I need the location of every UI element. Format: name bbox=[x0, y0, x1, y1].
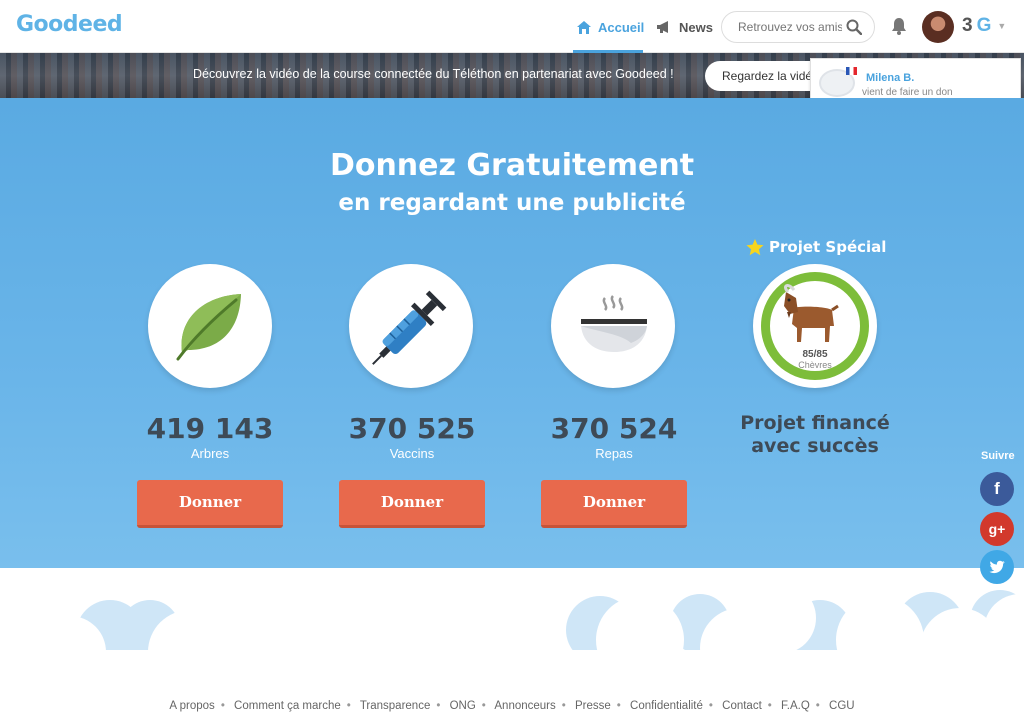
footer-link-comment[interactable]: Comment ça marche bbox=[234, 700, 341, 712]
france-flag-icon bbox=[846, 67, 857, 75]
meals-count: 370 524 bbox=[550, 412, 678, 445]
footer-link-transparence[interactable]: Transparence bbox=[360, 700, 431, 712]
nav-accueil-label: Accueil bbox=[598, 19, 645, 35]
footer-link-apropos[interactable]: A propos bbox=[169, 700, 214, 712]
footer-separator: • bbox=[616, 700, 621, 712]
donate-trees-button[interactable]: Donner bbox=[137, 480, 283, 528]
footer-link-confidentialite[interactable]: Confidentialité bbox=[630, 700, 703, 712]
top-header: Goodeed Accueil News 3 G ▼ bbox=[0, 0, 1024, 53]
footer-separator: • bbox=[561, 700, 566, 712]
footer-link-annonceurs[interactable]: Annonceurs bbox=[494, 700, 555, 712]
nav-accueil[interactable]: Accueil bbox=[576, 17, 644, 37]
leaf-icon bbox=[176, 294, 241, 361]
credits-menu[interactable]: 3 G ▼ bbox=[962, 15, 1006, 37]
footer-link-ong[interactable]: ONG bbox=[450, 700, 476, 712]
special-project-circle[interactable]: 85/85 Chèvres bbox=[753, 264, 877, 388]
meals-label: Repas bbox=[595, 446, 633, 461]
special-project-heading: Projet Spécial bbox=[746, 238, 886, 256]
footer-link-contact[interactable]: Contact bbox=[722, 700, 762, 712]
syringe-icon bbox=[372, 290, 447, 365]
chevron-down-icon: ▼ bbox=[997, 21, 1007, 31]
trees-circle[interactable] bbox=[148, 264, 272, 388]
hero-title: Donnez Gratuitement bbox=[329, 148, 695, 183]
search-input[interactable] bbox=[738, 20, 842, 34]
facebook-button[interactable]: f bbox=[980, 472, 1014, 506]
goodeed-logo[interactable]: Goodeed bbox=[16, 12, 123, 37]
donate-vaccines-button[interactable]: Donner bbox=[339, 480, 485, 528]
footer-separator: • bbox=[815, 700, 820, 712]
footer-separator: • bbox=[708, 700, 713, 712]
credits-value: 3 bbox=[962, 15, 973, 36]
notification-message: vient de faire un don bbox=[862, 87, 953, 98]
googleplus-button[interactable]: g+ bbox=[980, 512, 1014, 546]
footer-separator: • bbox=[220, 700, 225, 712]
footer-separator: • bbox=[767, 700, 772, 712]
home-icon bbox=[577, 20, 591, 34]
footer-links: A propos • Comment ça marche • Transparenc… bbox=[0, 700, 1024, 712]
special-project-unit: Chèvres bbox=[798, 360, 832, 370]
banner-text: Découvrez la vidéo de la course connecté… bbox=[193, 67, 674, 81]
status-line-2: avec succès bbox=[751, 435, 879, 457]
meals-circle[interactable] bbox=[551, 264, 675, 388]
vaccines-circle[interactable] bbox=[349, 264, 473, 388]
footer-separator: • bbox=[346, 700, 351, 712]
footer-link-cgu[interactable]: CGU bbox=[829, 700, 855, 712]
donate-meals-button[interactable]: Donner bbox=[541, 480, 687, 528]
vaccines-count: 370 525 bbox=[348, 412, 476, 445]
goat-icon bbox=[784, 284, 839, 342]
footer-separator: • bbox=[481, 700, 486, 712]
nav-news[interactable]: News bbox=[656, 17, 713, 37]
search-icon[interactable] bbox=[846, 19, 862, 35]
megaphone-icon bbox=[657, 21, 668, 33]
footer-link-faq[interactable]: F.A.Q bbox=[781, 700, 810, 712]
nav-news-label: News bbox=[679, 19, 713, 35]
hero-subtitle: en regardant une publicité bbox=[338, 190, 686, 216]
trees-count: 419 143 bbox=[146, 412, 274, 445]
status-line-1: Projet financé bbox=[740, 412, 890, 434]
footer-link-presse[interactable]: Presse bbox=[575, 700, 611, 712]
credits-unit: G bbox=[976, 15, 992, 36]
bell-icon[interactable] bbox=[891, 17, 907, 35]
special-project-count: 85/85 bbox=[802, 349, 828, 360]
special-project-status: Projet financé avec succès bbox=[715, 412, 915, 458]
special-project-title: Projet Spécial bbox=[769, 238, 887, 256]
vaccines-label: Vaccins bbox=[389, 446, 435, 461]
clouds-decoration bbox=[0, 580, 1024, 680]
user-avatar[interactable] bbox=[922, 11, 954, 43]
footer-separator: • bbox=[436, 700, 441, 712]
trees-label: Arbres bbox=[190, 446, 230, 461]
notification-name[interactable]: Milena B. bbox=[866, 72, 914, 84]
star-icon bbox=[746, 238, 764, 255]
friend-search bbox=[721, 11, 875, 43]
bowl-icon bbox=[581, 295, 647, 352]
follow-label: Suivre bbox=[981, 450, 1015, 462]
